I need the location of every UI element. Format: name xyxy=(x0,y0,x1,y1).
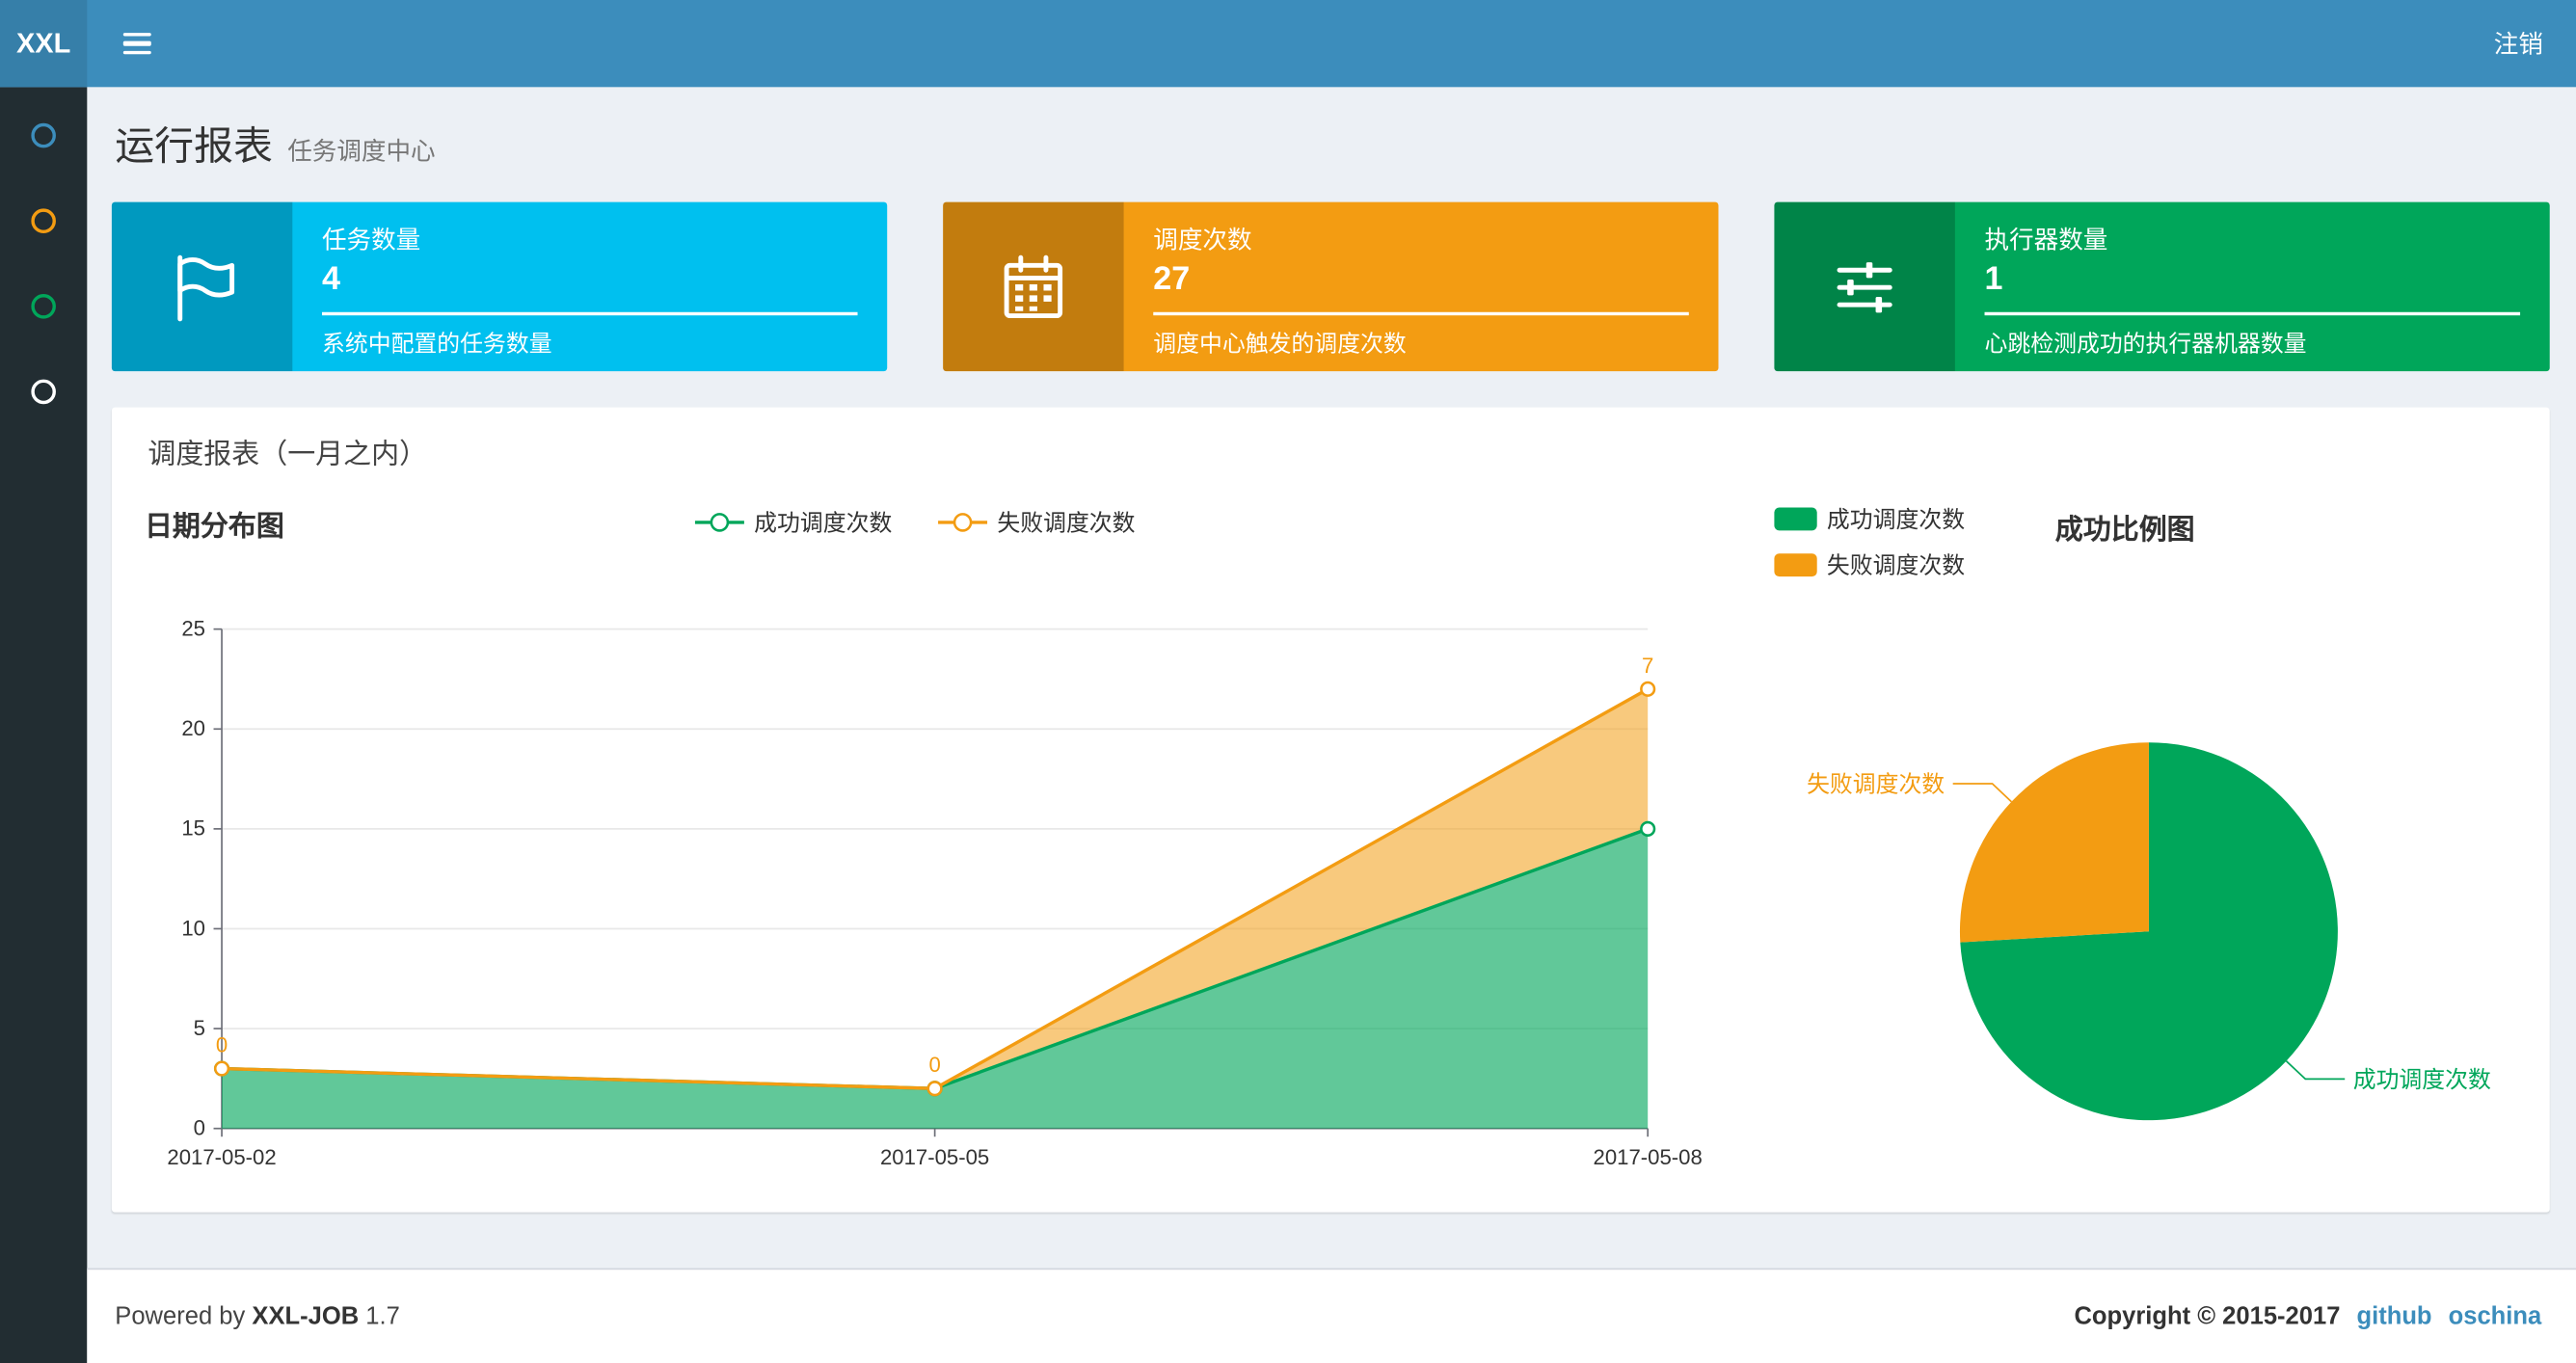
pie-chart-canvas[interactable]: 成功调度次数 失败调度次数 xyxy=(1774,647,2530,1189)
line-chart-legend: 成功调度次数 失败调度次数 xyxy=(694,506,1136,539)
pie-chart-title: 成功比例图 xyxy=(2054,514,2195,546)
copyright-text: Copyright © 2015-2017 xyxy=(2074,1302,2341,1331)
svg-text:2017-05-02: 2017-05-02 xyxy=(167,1145,276,1169)
top-navbar: XXL 注销 xyxy=(0,0,2576,88)
sidebar-item-1 circle-o-icon[interactable] xyxy=(31,122,56,148)
powered-by-text: Powered by xyxy=(115,1302,246,1331)
page-footer: Powered by XXL-JOB 1.7 Copyright © 2015-… xyxy=(87,1268,2576,1363)
panel-title: 调度报表（一月之内） xyxy=(148,438,428,470)
svg-text:0: 0 xyxy=(928,1053,940,1077)
svg-text:失败调度次数: 失败调度次数 xyxy=(1807,772,1945,798)
sidebar-toggle-button[interactable] xyxy=(114,22,161,64)
svg-text:20: 20 xyxy=(181,716,205,740)
svg-text:7: 7 xyxy=(1642,654,1653,678)
info-box-executors: 执行器数量 1 心跳检测成功的执行器机器数量 xyxy=(1774,201,2550,372)
legend-item[interactable]: 成功调度次数 xyxy=(694,506,892,539)
svg-text:0: 0 xyxy=(194,1116,205,1140)
svg-text:5: 5 xyxy=(194,1016,205,1040)
info-box-triggers: 调度次数 27 调度中心触发的调度次数 xyxy=(943,201,1719,372)
info-box-value: 1 xyxy=(1984,260,2003,298)
info-box-title: 执行器数量 xyxy=(1984,227,2108,255)
info-box-title: 调度次数 xyxy=(1153,227,1252,255)
sidebar xyxy=(0,87,88,1363)
sidebar-item-2 circle-o-icon[interactable] xyxy=(31,208,56,233)
panel-body: 日期分布图 成功调度次数 失败调度次数 0 5 10 15 20 25 2017-05-02 2… xyxy=(112,480,2550,1213)
report-panel: 调度报表（一月之内） 日期分布图 成功调度次数 失败调度次数 0 5 10 15 20 25… xyxy=(111,407,2550,1213)
calendar-icon xyxy=(943,201,1124,372)
github-link[interactable]: github xyxy=(2356,1302,2431,1330)
svg-text:2017-05-08: 2017-05-08 xyxy=(1594,1145,1703,1169)
flag-icon xyxy=(111,201,293,372)
svg-text:0: 0 xyxy=(216,1032,228,1056)
logout-link[interactable]: 注销 xyxy=(2494,26,2543,61)
success-ratio-chart: 成功调度次数 失败调度次数 成功比例图 成功调度次数 失败调度次数 xyxy=(1774,502,2549,1189)
legend-item[interactable]: 失败调度次数 xyxy=(1774,548,1965,581)
svg-text:10: 10 xyxy=(181,916,205,940)
info-box-value: 27 xyxy=(1153,260,1191,298)
main-content: 运行报表 任务调度中心 任务数量 4 系统中配置的任务数量 调度次数 27 调度… xyxy=(87,87,2576,1213)
svg-text:2017-05-05: 2017-05-05 xyxy=(880,1145,989,1169)
info-box-divider xyxy=(321,311,858,316)
info-box-divider xyxy=(1153,311,1689,316)
version-text: 1.7 xyxy=(365,1302,400,1331)
sidebar-item-4 circle-o-icon[interactable] xyxy=(31,379,56,405)
info-box-divider xyxy=(1984,311,2521,316)
sliders-icon xyxy=(1774,201,1955,372)
page-header: 运行报表 任务调度中心 xyxy=(87,87,2576,171)
pie-chart-legend: 成功调度次数 失败调度次数 xyxy=(1774,502,1965,581)
info-box-value: 4 xyxy=(321,260,340,298)
svg-text:15: 15 xyxy=(181,816,205,841)
info-box-description: 调度中心触发的调度次数 xyxy=(1153,330,1407,357)
oschina-link[interactable]: oschina xyxy=(2449,1302,2542,1330)
info-box-description: 心跳检测成功的执行器机器数量 xyxy=(1984,330,2307,357)
legend-item[interactable]: 成功调度次数 xyxy=(1774,502,1965,535)
date-distribution-chart: 日期分布图 成功调度次数 失败调度次数 0 5 10 15 20 25 2017-05-02 2… xyxy=(145,502,1787,1182)
svg-text:25: 25 xyxy=(181,616,205,640)
svg-text:成功调度次数: 成功调度次数 xyxy=(2353,1067,2491,1093)
info-box-jobs: 任务数量 4 系统中配置的任务数量 xyxy=(111,201,888,372)
line-chart-canvas[interactable]: 05101520252017-05-02 2017-05-05 2017-05-08… xyxy=(145,616,1722,1183)
info-box-description: 系统中配置的任务数量 xyxy=(321,330,552,357)
hamburger-icon xyxy=(122,32,151,37)
legend-item[interactable]: 失败调度次数 xyxy=(938,506,1136,539)
sidebar-item-3 circle-o-icon[interactable] xyxy=(31,294,56,319)
logo[interactable]: XXL xyxy=(0,0,88,88)
app-wrapper: XXL 注销 运行报表 任务调度中心 任务数量 4 系统中配置的任务数量 调度次… xyxy=(0,0,2576,1363)
page-subtitle: 任务调度中心 xyxy=(287,138,436,167)
info-box-title: 任务数量 xyxy=(321,227,421,255)
page-title: 运行报表 xyxy=(115,124,273,170)
brand-name: XXL-JOB xyxy=(252,1302,360,1331)
info-boxes-row: 任务数量 4 系统中配置的任务数量 调度次数 27 调度中心触发的调度次数 执行… xyxy=(111,201,2550,372)
